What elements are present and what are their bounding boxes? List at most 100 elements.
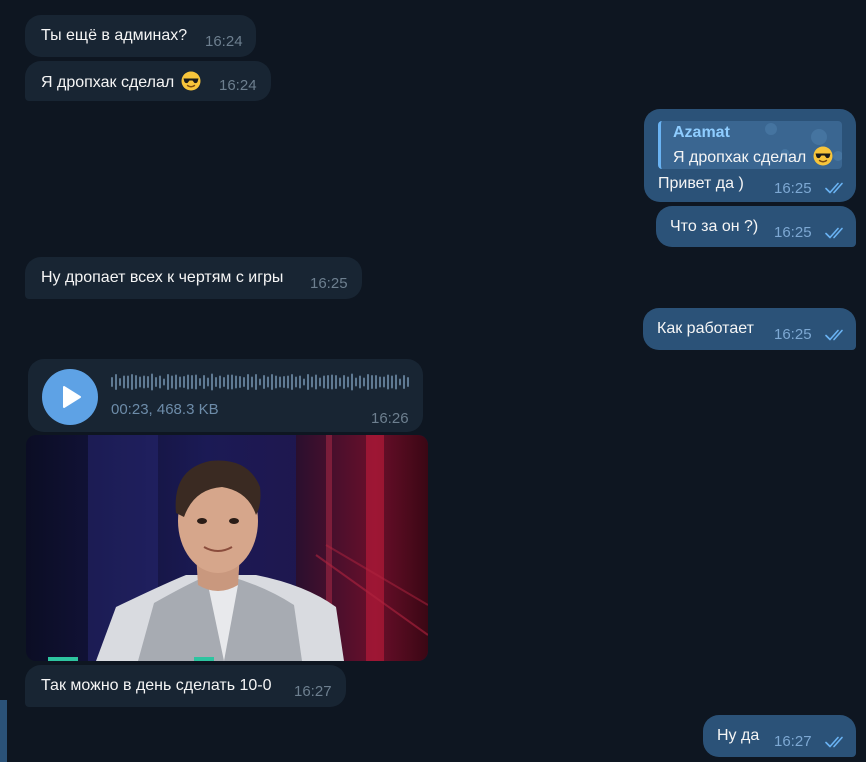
waveform-bar — [251, 376, 253, 388]
message-time: 16:25 — [774, 326, 812, 343]
video-message[interactable] — [26, 435, 428, 661]
message-time: 16:24 — [205, 33, 243, 50]
voice-duration-size: 00:23, 468.3 KB — [111, 401, 219, 418]
message-incoming[interactable]: Я дропхак сделал 16:24 — [25, 61, 271, 101]
waveform-bar — [279, 376, 281, 388]
waveform-bar — [223, 377, 225, 387]
waveform-bar — [335, 375, 337, 389]
waveform-bar — [247, 374, 249, 390]
message-time: 16:24 — [219, 77, 257, 94]
waveform-bar — [379, 376, 381, 388]
waveform-bar — [331, 374, 333, 390]
play-icon — [63, 386, 81, 408]
waveform-bar — [115, 374, 117, 390]
waveform-bar — [311, 376, 313, 388]
waveform-bar — [303, 378, 305, 386]
waveform-bar — [139, 376, 141, 388]
message-time: 16:25 — [774, 224, 812, 241]
message-outgoing[interactable]: Ну да 16:27 — [703, 715, 856, 757]
sunglasses-emoji-icon — [813, 146, 833, 166]
waveform-bar — [387, 374, 389, 390]
play-button[interactable] — [42, 369, 98, 425]
waveform-bar — [367, 374, 369, 390]
waveform-bar — [135, 375, 137, 389]
waveform-bar — [275, 375, 277, 389]
waveform-bar — [219, 375, 221, 389]
voice-message[interactable]: 00:23, 468.3 KB 16:26 — [28, 359, 423, 432]
quote-decoration — [811, 129, 827, 145]
double-check-icon — [825, 329, 843, 341]
message-outgoing-reply[interactable]: Azamat Я дропхак сделал Привет да ) 16:2… — [644, 109, 856, 202]
waveform-bar — [235, 375, 237, 389]
waveform-bar — [319, 377, 321, 387]
waveform-bar — [295, 376, 297, 388]
reply-text-content: Я дропхак сделал — [673, 149, 807, 166]
double-check-icon — [825, 736, 843, 748]
waveform-bar — [363, 377, 365, 387]
waveform-bar — [207, 377, 209, 387]
waveform-bar — [371, 375, 373, 389]
waveform-bar — [271, 374, 273, 390]
waveform-bar — [263, 375, 265, 389]
waveform-bar — [359, 375, 361, 389]
waveform-bar — [171, 375, 173, 389]
waveform-bar — [315, 374, 317, 390]
waveform-bar — [111, 377, 113, 387]
waveform-bar — [287, 375, 289, 389]
message-time: 16:25 — [310, 275, 348, 292]
message-incoming[interactable]: Ты ещё в админах? 16:24 — [25, 15, 256, 57]
message-text: Что за он ?) — [670, 218, 759, 235]
waveform-bar — [183, 376, 185, 388]
waveform-bar — [231, 374, 233, 390]
waveform-bar — [119, 378, 121, 386]
message-text: Привет да ) — [658, 175, 744, 192]
double-check-icon — [825, 182, 843, 194]
waveform-bar — [403, 375, 405, 389]
waveform-bar — [375, 375, 377, 389]
message-incoming[interactable]: Так можно в день сделать 10-0 16:27 — [25, 665, 346, 707]
quote-decoration — [765, 123, 777, 135]
voice-waveform[interactable] — [111, 371, 413, 393]
waveform-bar — [395, 374, 397, 390]
message-incoming[interactable]: Ну дропает всех к чертям с игры 16:25 — [25, 257, 362, 299]
waveform-bar — [243, 377, 245, 387]
waveform-bar — [355, 377, 357, 387]
reply-author: Azamat — [673, 124, 730, 141]
waveform-bar — [155, 377, 157, 387]
waveform-bar — [191, 375, 193, 389]
reply-quote[interactable]: Azamat Я дропхак сделал — [658, 121, 842, 169]
waveform-bar — [383, 376, 385, 388]
waveform-bar — [127, 375, 129, 389]
waveform-bar — [291, 374, 293, 390]
quote-decoration — [833, 151, 842, 161]
message-text: Ты ещё в админах? — [41, 27, 188, 44]
waveform-bar — [399, 378, 401, 386]
waveform-bar — [167, 374, 169, 390]
waveform-bar — [283, 376, 285, 388]
waveform-bar — [391, 375, 393, 389]
message-text: Я дропхак сделал — [41, 71, 201, 92]
waveform-bar — [327, 375, 329, 389]
waveform-bar — [227, 374, 229, 390]
message-time: 16:26 — [371, 410, 409, 427]
waveform-bar — [195, 374, 197, 390]
waveform-bar — [339, 377, 341, 387]
waveform-bar — [131, 374, 133, 390]
message-time: 16:27 — [774, 733, 812, 750]
waveform-bar — [187, 374, 189, 390]
message-outgoing[interactable]: Как работает 16:25 — [643, 308, 856, 350]
message-time: 16:27 — [294, 683, 332, 700]
left-edge-accent — [0, 700, 7, 762]
waveform-bar — [203, 375, 205, 389]
waveform-bar — [123, 375, 125, 389]
waveform-bar — [147, 376, 149, 388]
waveform-bar — [239, 376, 241, 388]
message-text: Ну дропает всех к чертям с игры — [41, 269, 284, 286]
message-outgoing[interactable]: Что за он ?) 16:25 — [656, 206, 856, 247]
message-text-content: Я дропхак сделал — [41, 74, 175, 91]
waveform-bar — [307, 374, 309, 390]
waveform-bar — [267, 376, 269, 388]
sunglasses-emoji-icon — [181, 71, 201, 91]
waveform-bar — [199, 378, 201, 386]
waveform-bar — [323, 375, 325, 389]
